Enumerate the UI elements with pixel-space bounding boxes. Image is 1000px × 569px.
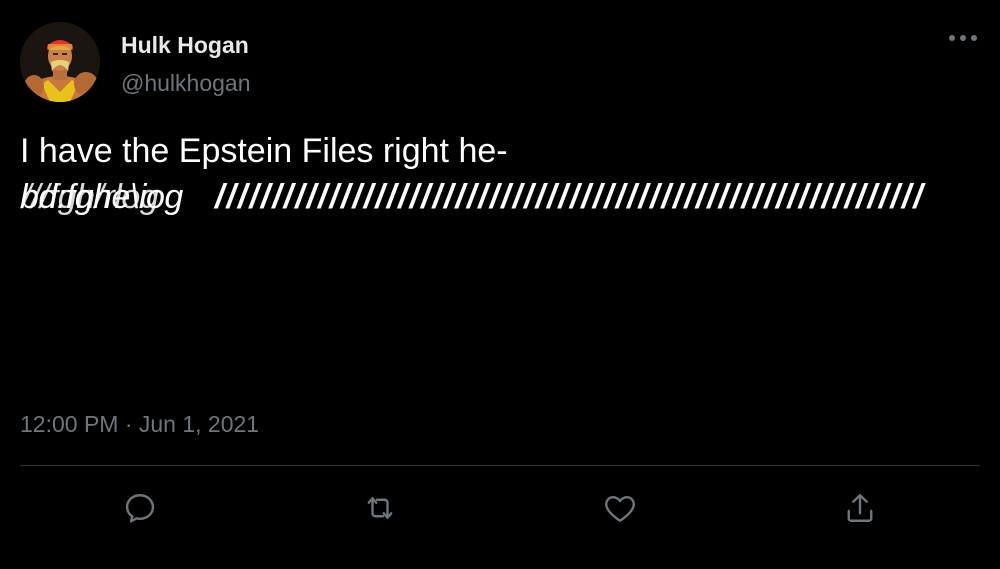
glitch-text-overlay: ///fgh/rlog — [22, 178, 159, 216]
glitch-slashes: ////////////////////////////////////////… — [215, 178, 925, 216]
author-display-name[interactable]: Hulk Hogan — [121, 30, 249, 60]
reply-icon — [125, 494, 155, 523]
avatar[interactable] — [20, 22, 100, 102]
retweet-button[interactable] — [358, 486, 402, 530]
author-handle[interactable]: @hulkhogan — [121, 68, 251, 98]
heart-icon — [605, 496, 635, 522]
tweet-text-glitch-line: bd:fghe\iog ///fgh/rlog ////////////////… — [20, 174, 1000, 220]
tweet-text: I have the Epstein Files right he- bd:fg… — [20, 128, 1000, 220]
divider — [20, 465, 980, 466]
share-icon — [847, 494, 873, 522]
retweet-icon — [367, 497, 393, 519]
share-button[interactable] — [838, 486, 882, 530]
reply-button[interactable] — [118, 486, 162, 530]
more-dots-icon — [949, 35, 977, 41]
more-options-button[interactable] — [942, 24, 984, 52]
like-button[interactable] — [598, 486, 642, 530]
tweet-timestamp[interactable]: 12:00 PM · Jun 1, 2021 — [20, 409, 259, 439]
tweet-text-line-1: I have the Epstein Files right he- — [20, 132, 508, 170]
wrestler-avatar-icon — [20, 22, 100, 102]
tweet-card: Hulk Hogan @hulkhogan I have the Epstein… — [0, 0, 1000, 569]
